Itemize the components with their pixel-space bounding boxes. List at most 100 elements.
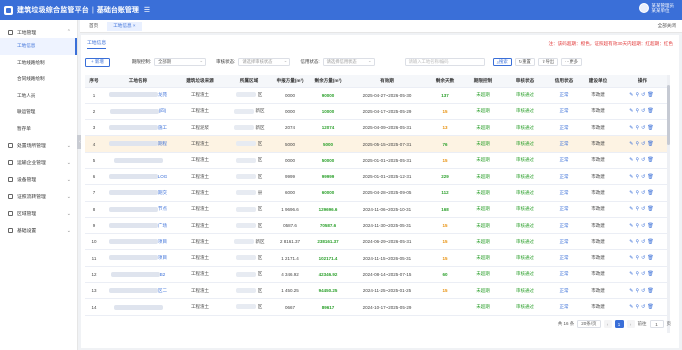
search-input[interactable]: 请输入工地名称/编码 <box>404 58 485 66</box>
subtab-site-info[interactable]: 工地信息 <box>87 39 107 49</box>
module-title: 基础台账管理 <box>96 7 139 14</box>
cell-no: 10 <box>85 233 103 251</box>
cell-name-tail: 期交 <box>158 189 167 195</box>
audit-filter-select[interactable]: 请选择审核状态 <box>238 58 291 66</box>
page-size-select[interactable]: 20条/页 <box>577 320 601 328</box>
table-row[interactable]: 10 项目 工程渣土 新区 2 8161.37 238161.37 2024-06-29~2… <box>85 233 670 251</box>
delete-icon[interactable]: 🗑 <box>647 108 655 114</box>
table-row[interactable]: 4 期程 工程渣土区 5000 5000 2025-05-15~2025-07-31 76 未… <box>85 135 670 153</box>
cell-area-text: 区 <box>257 141 263 147</box>
delete-icon[interactable]: 🗑 <box>647 288 655 294</box>
col-header-area: 所属区域 <box>227 75 271 88</box>
table-row[interactable]: 5 工程渣土 区 0000 50000 2025-01-01~2025-05-31 15 未超… <box>85 152 670 169</box>
table-scrollbar[interactable] <box>667 75 670 333</box>
table-row[interactable]: 6 LOG 工程渣土区 9999 99999 2025-01-01~2025-12-31 2… <box>85 168 670 186</box>
cell-name[interactable] <box>103 298 173 316</box>
add-button[interactable]: + 新增 <box>85 57 110 67</box>
cell-no: 1 <box>85 87 103 104</box>
reset-button[interactable]: ↻ 重置 <box>514 58 535 66</box>
sidebar-item-temp-storage[interactable]: 暂存单 <box>0 121 77 138</box>
total-count: 共 16 条 <box>557 321 575 326</box>
cell-name[interactable]: (四) <box>103 103 173 121</box>
sidebar-group-transport[interactable]: 运输企业管理 ⌄ <box>0 154 77 171</box>
delete-icon[interactable]: 🗑 <box>647 125 655 131</box>
cell-area: 区 <box>227 298 271 316</box>
delete-icon[interactable]: 🗑 <box>647 206 655 212</box>
avatar[interactable] <box>638 3 649 13</box>
cell-limit: 未超期 <box>463 266 503 284</box>
cell-name[interactable]: 节点 <box>103 201 173 218</box>
table-row[interactable]: 2 (四) 工程渣土 新区 0000 10000 2025-04-17~2025-05-29… <box>85 103 670 121</box>
sidebar-group-settings[interactable]: 基础设置 ⌄ <box>0 222 77 239</box>
table-row[interactable]: 1 龙苑 工程渣土 区 0000 90000 2025-04-27~2026-05-30 13… <box>85 87 670 104</box>
cell-area-text: 区 <box>257 255 263 261</box>
delete-icon[interactable]: 🗑 <box>647 271 655 277</box>
table-row[interactable]: 12 B2 工程渣土 区 4 346.92 42346.92 2024-08-14~2025… <box>85 266 670 284</box>
close-all-tabs-button[interactable]: 全部关闭 <box>658 23 676 29</box>
user-info[interactable]: 某某管理员 某某单位 <box>638 3 674 13</box>
sidebar-group-area[interactable]: 区域管理 ⌄ <box>0 205 77 222</box>
cell-name[interactable]: B2 <box>103 266 173 284</box>
cell-name[interactable]: 广场 <box>103 217 173 235</box>
delete-icon[interactable]: 🗑 <box>647 92 655 98</box>
sidebar-group-disposal[interactable]: 处置场所管理 ⌄ <box>0 137 77 154</box>
cell-name[interactable]: 龙苑 <box>103 87 173 104</box>
tab-site-info[interactable]: 工地信息 × <box>107 21 142 31</box>
goto-page-input[interactable]: 1 <box>649 320 664 328</box>
delete-icon[interactable]: 🗑 <box>647 190 655 196</box>
cell-name[interactable] <box>103 152 173 169</box>
sidebar-item-joint-transport[interactable]: 联运管理 <box>0 104 77 121</box>
cell-builder: 市政建 <box>581 266 615 284</box>
tab-home[interactable]: 首页 <box>83 22 104 31</box>
prev-page-button[interactable]: ‹ <box>603 320 612 328</box>
search-button[interactable]: ⌕ 搜索 <box>492 58 512 66</box>
cell-name[interactable]: 期程 <box>103 135 173 153</box>
cell-name[interactable]: 期交 <box>103 184 173 202</box>
table-row[interactable]: 14 工程渣土 区 0667 89617 2024-10-17~2025-05-29 未超期… <box>85 298 670 316</box>
cell-name[interactable]: 区二 <box>103 282 173 300</box>
cell-builder: 市政建 <box>581 184 615 202</box>
sidebar-item-contract-route[interactable]: 合同线路绘制 <box>0 71 77 88</box>
credit-filter-select[interactable]: 请选择信用状态 <box>322 58 375 66</box>
limit-filter-select[interactable]: 全部期 <box>154 58 207 66</box>
table-row[interactable]: 3 施工 工程泥浆 新区 2074 12074 2025-04-09~2026-05-31 1… <box>85 119 670 137</box>
cell-name[interactable]: 施工 <box>103 119 173 137</box>
more-button[interactable]: ⋯ 更多 <box>561 58 582 66</box>
table-row[interactable]: 7 期交 工程渣土 县 6000 60000 2025-04-28~2025-09-05 11… <box>85 184 670 202</box>
table-row[interactable]: 13 区二 工程渣土 区 1 450.25 94450.25 2024-11-25~2025… <box>85 282 670 300</box>
sidebar-group-license[interactable]: 证照流转管理 ⌄ <box>0 188 77 205</box>
sidebar-item-site-route[interactable]: 工地线路绘制 <box>0 55 77 72</box>
cell-no: 3 <box>85 119 103 137</box>
sidebar-item-site-info[interactable]: 工地信息 <box>0 38 77 55</box>
cell-builder: 市政建 <box>581 87 615 104</box>
page-number-current[interactable]: 1 <box>614 320 624 328</box>
cell-ops: ✎⚲↺🗑 <box>615 135 670 153</box>
cell-period: 2025-04-09~2026-05-31 <box>347 119 427 137</box>
delete-icon[interactable]: 🗑 <box>647 304 655 310</box>
delete-icon[interactable]: 🗑 <box>647 157 655 163</box>
next-page-button[interactable]: › <box>626 320 635 328</box>
delete-icon[interactable]: 🗑 <box>647 141 655 147</box>
table-row[interactable]: 8 节点 工程渣土 区 1 9696.6 129696.6 2024-11-06~2025-… <box>85 201 670 218</box>
export-button[interactable]: ⇪ 导出 <box>537 58 559 66</box>
delete-icon[interactable]: 🗑 <box>647 174 655 180</box>
sidebar-group-device[interactable]: 设备管理 ⌄ <box>0 171 77 188</box>
cell-credit: 正常 <box>547 266 581 284</box>
cell-name[interactable]: LOG <box>103 168 173 186</box>
cell-area-text: 区 <box>257 173 263 179</box>
cell-limit: 未超期 <box>463 201 503 218</box>
delete-icon[interactable]: 🗑 <box>647 255 655 261</box>
delete-icon[interactable]: 🗑 <box>647 223 655 229</box>
cell-credit: 正常 <box>547 201 581 218</box>
cell-name[interactable]: 项目 <box>103 233 173 251</box>
table-row[interactable]: 11 项目 工程渣土 区 1 2171.4 102171.4 2024-11-15~2026… <box>85 249 670 267</box>
delete-icon[interactable]: 🗑 <box>647 239 655 245</box>
cell-name[interactable]: 项目 <box>103 249 173 267</box>
menu-icon[interactable]: ☰ <box>144 6 150 14</box>
cell-no: 8 <box>85 201 103 218</box>
table-row[interactable]: 9 广场 工程渣土 区 0587.6 70587.6 2024-11-30~2025-05-… <box>85 217 670 235</box>
redacted-name <box>109 190 158 196</box>
sidebar-item-site-people[interactable]: 工地人员 <box>0 88 77 105</box>
cell-days: 76 <box>427 135 463 153</box>
sidebar-group-site[interactable]: 工地管理 ⌃ <box>0 26 77 38</box>
